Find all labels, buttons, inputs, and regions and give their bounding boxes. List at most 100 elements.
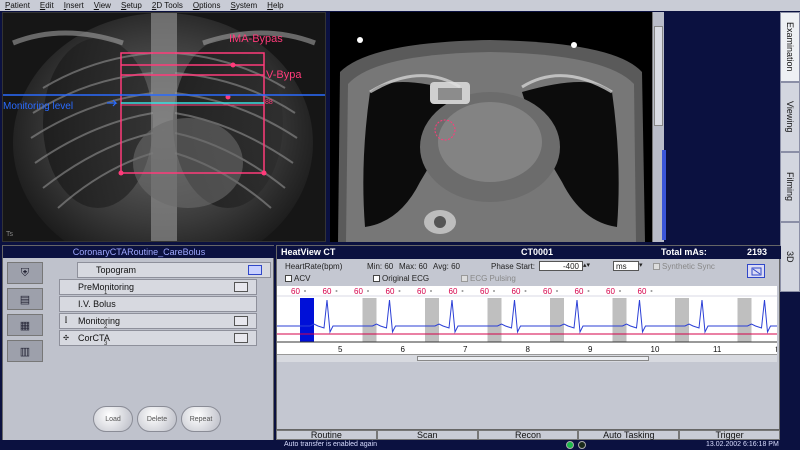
- monitoring-checkbox[interactable]: [234, 316, 248, 326]
- hr-value-label: 60: [323, 287, 332, 296]
- hr-value-label: 60: [638, 287, 647, 296]
- acquisition-window[interactable]: [425, 298, 439, 342]
- load-button[interactable]: Load: [93, 406, 133, 432]
- total-mas-label: Total mAs:: [661, 247, 707, 257]
- protocol-row-premonitoring[interactable]: PreMonitoring 1: [59, 279, 257, 296]
- hr-value-label: 60: [291, 287, 300, 296]
- menu-edit[interactable]: Edit: [35, 1, 59, 10]
- range-bottom-right-handle[interactable]: [261, 170, 267, 176]
- topogram-image: 88: [3, 13, 325, 241]
- menu-insert[interactable]: Insert: [59, 1, 89, 10]
- hr-tick-dot: [461, 290, 464, 292]
- hr-tick-dot: [556, 290, 558, 292]
- ima-bypass-handle[interactable]: [230, 62, 236, 68]
- tab-routine[interactable]: Routine: [276, 430, 377, 440]
- tab-auto-tasking[interactable]: Auto Tasking: [578, 430, 680, 440]
- acquisition-window[interactable]: [675, 298, 689, 342]
- topogram-corner-mark: Ts: [6, 231, 13, 238]
- monitoring-level-label: Monitoring level: [3, 101, 74, 112]
- delete-button[interactable]: Delete: [137, 406, 177, 432]
- acquisition-window[interactable]: [362, 298, 377, 342]
- menu-bar: Patient Edit Insert View Setup 2D Tools …: [0, 0, 800, 11]
- monitor-icon: [751, 267, 762, 276]
- beat-number-label: 6: [401, 345, 406, 354]
- heartview-panel: HeatView CT CT0001 Total mAs: 2193 Heart…: [276, 245, 781, 430]
- hr-value-label: 60: [449, 287, 458, 296]
- protocol-row-topogram[interactable]: Topogram: [77, 262, 271, 278]
- menu-2d-tools[interactable]: 2D Tools: [147, 1, 188, 10]
- menu-system[interactable]: System: [225, 1, 262, 10]
- protocol-row-iv-bolus[interactable]: I.V. Bolus: [59, 296, 257, 312]
- acquisition-window[interactable]: [550, 298, 564, 342]
- phase-unit-select[interactable]: ms: [613, 261, 639, 271]
- hr-tick-dot: [650, 290, 653, 292]
- acv-checkbox[interactable]: ACV: [285, 274, 310, 283]
- axial-scrollbar-thumb[interactable]: [654, 26, 663, 126]
- tab-scan[interactable]: Scan: [376, 430, 478, 440]
- hr-tick-dot: [524, 290, 527, 292]
- tab-filming[interactable]: Filming: [780, 152, 800, 222]
- tab-examination[interactable]: Examination: [780, 12, 800, 82]
- axial-viewport[interactable]: [330, 12, 652, 242]
- tab-recon[interactable]: Recon: [477, 430, 579, 440]
- protocol-panel: CoronaryCTARoutine_CareBolus ⛨ ▤ ▦ ▥ Top…: [2, 245, 275, 445]
- menu-view[interactable]: View: [89, 1, 116, 10]
- ecg-window-button[interactable]: [747, 264, 765, 278]
- status-green-icon: [566, 441, 574, 449]
- ecg-trace-line: [277, 299, 777, 334]
- phase-unit-dropdown-icon[interactable]: ▾: [639, 261, 643, 269]
- phase-start-input[interactable]: -400: [539, 261, 583, 271]
- topogram-view-icon[interactable]: ▤: [7, 288, 43, 310]
- original-ecg-checkbox[interactable]: Original ECG: [373, 274, 429, 283]
- menu-patient[interactable]: Patient: [0, 1, 35, 10]
- ecg-scrollbar-thumb[interactable]: [417, 356, 649, 361]
- heartview-controls: HeartRate(bpm) Min: 60 Max: 60 Avg: 60 P…: [277, 260, 781, 286]
- heart-scan-icon: ✣: [63, 335, 69, 342]
- heart-rate-max: Max: 60: [399, 262, 428, 271]
- menu-setup[interactable]: Setup: [116, 1, 147, 10]
- menu-options[interactable]: Options: [188, 1, 226, 10]
- beat-number-label: 11: [713, 345, 722, 354]
- status-message: Auto transfer is enabled again: [284, 441, 378, 448]
- protocol-row-monitoring[interactable]: ⫿ Monitoring 2: [59, 313, 257, 330]
- ecg-pulsing-checkbox[interactable]: ECG Pulsing: [461, 274, 516, 283]
- synthetic-sync-toggle[interactable]: Synthetic Sync: [653, 262, 715, 271]
- v-bypass-label: V-Bypa: [266, 69, 302, 81]
- range-indicator-bar: [662, 150, 666, 240]
- repeat-button[interactable]: Repeat: [181, 406, 221, 432]
- hr-tick-dot: [367, 290, 369, 292]
- acquisition-window[interactable]: [487, 298, 502, 342]
- hr-tick-dot: [430, 290, 432, 292]
- scan-range-icon[interactable]: ▦: [7, 314, 43, 336]
- active-window[interactable]: [300, 298, 314, 342]
- hr-tick-dot: [304, 290, 306, 292]
- ecg-trace-display[interactable]: 60 60 60 60 60 60 60 60 60 60 60 60 5 6 7 8 9 10 11 t: [277, 286, 777, 354]
- beat-number-label: 5: [338, 345, 343, 354]
- hr-value-label: 60: [512, 287, 521, 296]
- heartview-title-bar: HeatView CT CT0001 Total mAs: 2193: [277, 246, 781, 259]
- corcta-checkbox[interactable]: [234, 333, 248, 343]
- menu-help[interactable]: Help: [262, 1, 288, 10]
- patient-position-icon[interactable]: ⛨: [7, 262, 43, 284]
- scanner-console: Patient Edit Insert View Setup 2D Tools …: [0, 0, 800, 450]
- tab-trigger[interactable]: Trigger: [679, 430, 780, 440]
- ecg-scrollbar[interactable]: [277, 354, 777, 362]
- beat-number-label: t: [776, 345, 778, 354]
- premonitoring-checkbox[interactable]: [234, 282, 248, 292]
- topogram-viewport[interactable]: 88 IMA-Bypas V-Bypa Monitoring level Ts: [2, 12, 326, 242]
- phase-start-spinner[interactable]: ▴▾: [583, 261, 590, 269]
- acquisition-window[interactable]: [737, 298, 752, 342]
- hr-tick-dot: [398, 290, 401, 292]
- topogram-checkbox[interactable]: [248, 265, 262, 275]
- protocol-row-corcta[interactable]: ✣ CorCTA 3: [59, 330, 257, 347]
- heart-rate-min: Min: 60: [367, 262, 394, 271]
- body-region-icon[interactable]: ▥: [7, 340, 43, 362]
- tab-3d[interactable]: 3D: [780, 222, 800, 292]
- tab-viewing[interactable]: Viewing: [780, 82, 800, 152]
- range-bottom-left-handle[interactable]: [118, 170, 124, 176]
- heartview-id: CT0001: [521, 247, 554, 257]
- heartview-empty-area: [277, 363, 777, 429]
- hr-tick-dot: [587, 290, 590, 292]
- heartview-title: HeatView CT: [281, 247, 336, 257]
- acquisition-window[interactable]: [612, 298, 627, 342]
